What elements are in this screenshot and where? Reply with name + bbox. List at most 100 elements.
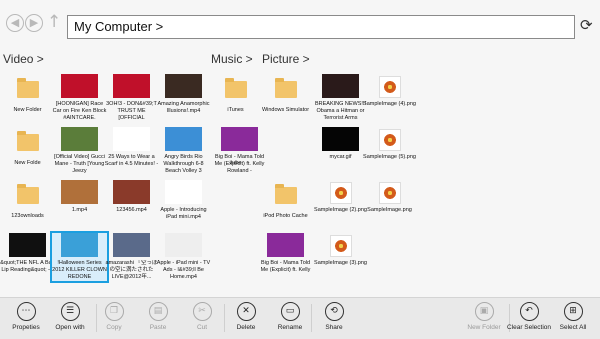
open-with-button[interactable]: ☰ Open with — [45, 302, 95, 331]
file-label: mycar.gif — [329, 154, 352, 160]
file-tile[interactable]: !Halloween Series 2012 KILLER CLOWN REDO… — [50, 231, 109, 283]
folder-tile[interactable]: iPod Photo Cache — [258, 180, 313, 220]
folder-icon — [16, 78, 39, 98]
file-tile[interactable]: SampleImage (3).png — [313, 233, 368, 267]
video-thumbnail — [61, 74, 98, 98]
open-with-icon: ☰ — [60, 302, 80, 321]
forward-icon[interactable]: ▶ — [25, 14, 43, 32]
paste-button[interactable]: ▤ Paste — [133, 302, 183, 331]
file-label: Apple - Introducing iPad mini.mp4 — [160, 207, 207, 220]
file-tile[interactable]: BREAKING NEWS!!! Obama a Hitman or Terro… — [313, 74, 368, 122]
share-icon: ⟲ — [324, 302, 344, 321]
clear-selection-icon: ↶ — [519, 302, 539, 321]
properties-button[interactable]: ⋯ Propeties — [1, 302, 51, 331]
video-thumbnail — [165, 74, 202, 98]
file-tile[interactable]: 3OH!3 - DON&#39;T TRUST ME [OFFICIAL — [104, 74, 159, 122]
cut-icon: ✂ — [192, 302, 212, 321]
video-thumbnail — [113, 74, 150, 98]
file-label: New Folder — [13, 107, 42, 113]
file-label: [Official Video] Gucci Mane - Truth [You… — [54, 154, 105, 174]
folder-tile[interactable]: iTunes — [208, 74, 263, 114]
file-tile[interactable]: amazarashi 『空っぽの空に満たされた LIVE@2012年... — [104, 233, 159, 281]
video-thumbnail — [61, 127, 98, 151]
file-tile[interactable]: mycar.gif — [313, 127, 368, 161]
video-thumbnail — [221, 127, 258, 151]
file-label: Angry Birds Rio Walkthrough 6-8 Beach Vo… — [163, 154, 204, 174]
file-tile[interactable]: 123456.mp4 — [104, 180, 159, 214]
section-picture[interactable]: Picture > — [262, 52, 310, 66]
file-label: 25 Ways to Wear a Scarf in 4.5 Minutes! … — [104, 154, 159, 167]
file-tile[interactable]: SampleImage (2).png — [313, 180, 368, 214]
video-thumbnail — [113, 180, 150, 204]
file-label: SampleImage (3).png — [314, 260, 367, 266]
folder-icon — [16, 184, 39, 204]
file-tile[interactable]: Big Boi - Mama Told Me (Explicit) ft. Ke… — [258, 233, 313, 274]
file-label: New Folde — [14, 160, 41, 166]
file-label: Big Boi - Mama Told Me (Explicit) ft. Ke… — [214, 154, 265, 174]
file-tile[interactable]: SampleImage.png — [362, 180, 417, 214]
file-label: iTunes — [227, 107, 244, 113]
section-video[interactable]: Video > — [3, 52, 44, 66]
file-tile[interactable]: [Official Video] Gucci Mane - Truth [You… — [52, 127, 107, 175]
video-thumbnail — [165, 127, 202, 151]
file-label: !Halloween Series 2012 KILLER CLOWN REDO… — [52, 260, 107, 280]
file-tile[interactable]: [HOONIGAN] Race Car on Fire Ken Block #A… — [52, 74, 107, 122]
image-thumbnail — [378, 129, 401, 151]
section-music[interactable]: Music > — [211, 52, 253, 66]
file-tile[interactable]: Apple - iPad mini - TV Ads - I&#39;ll Be… — [156, 233, 211, 281]
folder-tile[interactable]: New Folder — [0, 74, 55, 114]
file-label: [HOONIGAN] Race Car on Fire Ken Block #A… — [52, 101, 107, 121]
new-folder-icon: ▣ — [474, 302, 494, 321]
select-all-icon: ⊞ — [563, 302, 583, 321]
share-button[interactable]: ⟲ Share — [309, 302, 359, 331]
folder-icon — [274, 78, 297, 98]
file-label: Windows Simulator — [261, 107, 310, 113]
video-thumbnail — [322, 74, 359, 98]
delete-icon: ✕ — [236, 302, 256, 321]
address-bar[interactable]: My Computer > — [67, 15, 575, 39]
file-tile[interactable]: Big Boi - Mama Told Me (Explicit) ft. Ke… — [212, 127, 267, 175]
clear-selection-button[interactable]: ↶ Clear Selection — [504, 302, 554, 331]
rename-button[interactable]: ▭ Rename — [265, 302, 315, 331]
file-label: Apple - iPad mini - TV Ads - I&#39;ll Be… — [156, 260, 211, 280]
folder-icon — [16, 131, 39, 151]
file-tile[interactable]: SampleImage (5).png — [362, 127, 417, 161]
file-label: 1.mp4 — [71, 207, 88, 213]
file-tile[interactable]: Angry Birds Rio Walkthrough 6-8 Beach Vo… — [156, 127, 211, 175]
video-thumbnail — [267, 233, 304, 257]
file-tile[interactable]: 25 Ways to Wear a Scarf in 4.5 Minutes! … — [104, 127, 159, 168]
video-thumbnail — [113, 127, 150, 151]
file-label: 3OH!3 - DON&#39;T TRUST ME [OFFICIAL — [106, 101, 157, 121]
file-tile[interactable]: 1.mp4 — [52, 180, 107, 214]
folder-tile[interactable]: 123ownloads — [0, 180, 55, 220]
refresh-icon[interactable]: ⟳ — [580, 16, 593, 34]
delete-button[interactable]: ✕ Delete — [221, 302, 271, 331]
file-label: &quot;THE NFL A Bad Lip Reading&quot; — — [0, 260, 55, 273]
new-folder-button[interactable]: ▣ New Folder — [459, 302, 509, 331]
file-label: 123456.mp4 — [116, 207, 147, 213]
video-thumbnail — [322, 127, 359, 151]
image-thumbnail — [378, 182, 401, 204]
image-thumbnail — [329, 235, 352, 257]
video-thumbnail — [9, 233, 46, 257]
copy-icon: ❐ — [104, 302, 124, 321]
folder-icon — [224, 78, 247, 98]
up-arrow-icon[interactable]: ↑ — [47, 12, 61, 32]
back-icon[interactable]: ◀ — [6, 14, 24, 32]
cut-button[interactable]: ✂ Cut — [177, 302, 227, 331]
folder-icon — [274, 184, 297, 204]
file-label: Amazing Anamorphic Illusions!.mp4 — [157, 101, 210, 114]
file-label: Big Boi - Mama Told Me (Explicit) ft. Ke… — [260, 260, 311, 273]
file-tile[interactable]: Apple - Introducing iPad mini.mp4 — [156, 180, 211, 221]
image-thumbnail — [329, 182, 352, 204]
copy-button[interactable]: ❐ Copy — [89, 302, 139, 331]
file-tile[interactable]: Amazing Anamorphic Illusions!.mp4 — [156, 74, 211, 115]
folder-tile[interactable]: Windows Simulator — [258, 74, 313, 114]
app-bar: ⋯ Propeties ☰ Open with ❐ Copy ▤ Paste ✂… — [0, 297, 600, 339]
file-tile[interactable]: &quot;THE NFL A Bad Lip Reading&quot; — — [0, 233, 55, 274]
file-tile[interactable]: SampleImage (4).png — [362, 74, 417, 108]
file-label: iPod Photo Cache — [263, 213, 308, 219]
file-label: SampleImage (2).png — [314, 207, 367, 213]
folder-tile[interactable]: New Folde — [0, 127, 55, 167]
select-all-button[interactable]: ⊞ Select All — [548, 302, 598, 331]
